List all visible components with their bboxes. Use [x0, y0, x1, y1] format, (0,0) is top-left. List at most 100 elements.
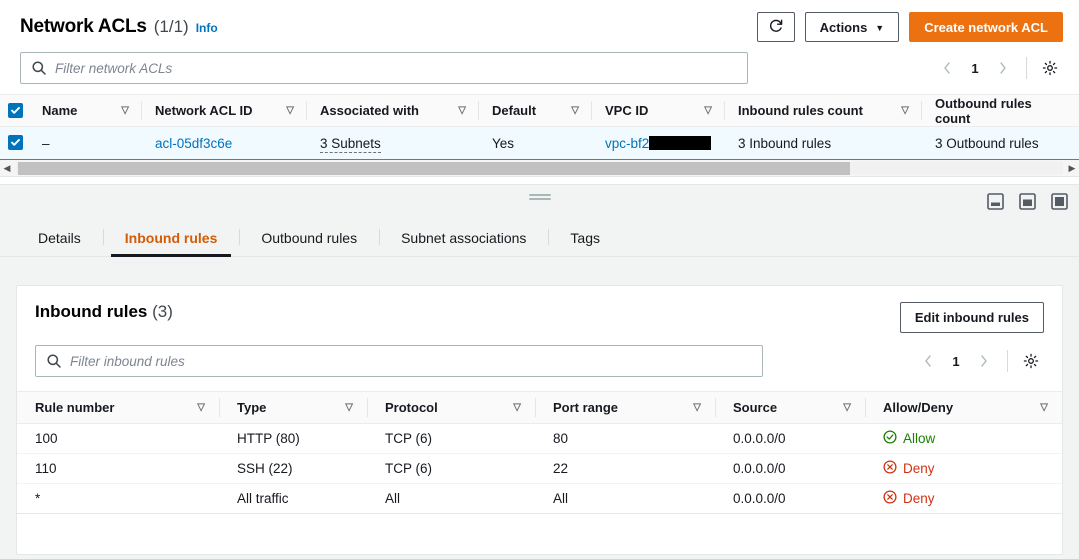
pagination-page-number[interactable]: 1 — [962, 61, 988, 76]
filter-inbound-rules-box[interactable] — [35, 345, 763, 377]
filter-inbound-rules-input[interactable] — [70, 346, 762, 376]
scrollbar-thumb[interactable] — [18, 162, 850, 175]
column-header-network-acl-id[interactable]: Network ACL ID ▽ — [141, 94, 306, 127]
edit-inbound-rules-button[interactable]: Edit inbound rules — [899, 302, 1044, 333]
column-header-vpc-id[interactable]: VPC ID ▽ — [591, 94, 724, 127]
cell-allow-deny: Deny — [865, 453, 1062, 484]
panel-size-large-icon[interactable] — [1047, 190, 1071, 212]
row-checkbox[interactable] — [8, 135, 23, 150]
pagination-next-button[interactable] — [990, 55, 1016, 81]
page-title: Network ACLs — [20, 16, 147, 37]
inbound-rules-title: Inbound rules — [35, 302, 148, 321]
column-header-port-range[interactable]: Port range ▽ — [535, 391, 715, 424]
column-label: Protocol — [385, 400, 438, 415]
network-acl-id-link[interactable]: acl-05df3c6e — [155, 136, 232, 151]
column-label: Default — [492, 103, 537, 118]
page-header-actions: Actions ▼ Create network ACL — [756, 12, 1063, 42]
table-row[interactable]: 110 SSH (22) TCP (6) 22 0.0.0.0/0 Deny — [17, 453, 1062, 484]
tab-outbound-rules[interactable]: Outbound rules — [239, 229, 379, 256]
inbound-rules-count: (3) — [152, 302, 173, 321]
table-header-row: Rule number ▽ Type ▽ Protocol ▽ Port range ▽… — [17, 391, 1062, 424]
column-header-rule-number[interactable]: Rule number ▽ — [17, 391, 219, 424]
filter-network-acls-box[interactable] — [20, 52, 748, 84]
inbound-pagination-page-number[interactable]: 1 — [943, 354, 969, 369]
inbound-rules-table-body: 100 HTTP (80) TCP (6) 80 0.0.0.0/0 Allow — [17, 423, 1062, 514]
panel-size-small-icon[interactable] — [983, 190, 1007, 212]
column-header-type[interactable]: Type ▽ — [219, 391, 367, 424]
inbound-rules-card: Inbound rules (3) Edit inbound rules Fil… — [16, 285, 1063, 555]
sort-icon: ▽ — [197, 401, 205, 413]
column-header-protocol[interactable]: Protocol ▽ — [367, 391, 535, 424]
vpc-id-link[interactable]: vpc-bf2 — [605, 136, 649, 151]
tab-inbound-rules[interactable]: Inbound rules — [102, 229, 240, 257]
sort-icon: ▽ — [1040, 401, 1048, 413]
scroll-right-arrow-icon[interactable]: ▶ — [1065, 163, 1079, 173]
panel-size-medium-icon[interactable] — [1015, 190, 1039, 212]
filter-network-acls-input[interactable] — [55, 53, 747, 83]
network-acl-table-head: Name ▽ Network ACL ID ▽ Associated with ▽ D… — [0, 94, 1079, 127]
cell-type: HTTP (80) — [219, 423, 367, 454]
cell-associated-with: 3 Subnets — [306, 126, 478, 160]
cell-default: Yes — [478, 126, 591, 160]
inbound-rules-filter-row: 1 — [17, 333, 1062, 391]
associated-subnets-popover-trigger[interactable]: 3 Subnets — [320, 135, 381, 153]
inbound-rules-preferences-button[interactable] — [1018, 348, 1044, 374]
sort-icon: ▽ — [513, 401, 521, 413]
page-header-left: Network ACLs (1/1) Info — [20, 16, 218, 38]
sort-icon: ▽ — [121, 104, 129, 116]
column-header-name[interactable]: Name ▽ — [28, 94, 141, 127]
column-label: Network ACL ID — [155, 103, 253, 118]
sort-icon: ▽ — [843, 401, 851, 413]
cell-allow-deny: Allow — [865, 423, 1062, 454]
inbound-pagination-next-button[interactable] — [971, 348, 997, 374]
sort-icon: ▽ — [345, 401, 353, 413]
select-all-header — [0, 94, 28, 127]
list-filter-row: 1 — [0, 48, 1079, 94]
list-preferences-button[interactable] — [1037, 55, 1063, 81]
tab-subnet-associations[interactable]: Subnet associations — [379, 229, 548, 256]
column-header-inbound-rules-count[interactable]: Inbound rules count ▽ — [724, 94, 921, 127]
split-panel: Details Inbound rules Outbound rules Sub… — [0, 184, 1079, 559]
cell-type: All traffic — [219, 483, 367, 514]
actions-button[interactable]: Actions ▼ — [804, 12, 900, 42]
split-panel-drag-handle[interactable] — [528, 194, 551, 200]
cell-port-range: 80 — [535, 423, 715, 454]
column-label: Source — [733, 400, 778, 415]
pagination-divider — [1026, 57, 1027, 79]
split-panel-size-controls — [983, 190, 1071, 212]
inbound-rules-title-group: Inbound rules (3) — [35, 302, 173, 322]
create-network-acl-button[interactable]: Create network ACL — [909, 12, 1063, 42]
refresh-button[interactable] — [756, 12, 795, 42]
column-header-allow-deny[interactable]: Allow/Deny ▽ — [865, 391, 1062, 424]
column-label: Rule number — [35, 400, 115, 415]
table-row[interactable]: 100 HTTP (80) TCP (6) 80 0.0.0.0/0 Allow — [17, 423, 1062, 454]
tab-details[interactable]: Details — [20, 231, 103, 256]
column-header-default[interactable]: Default ▽ — [478, 94, 591, 127]
column-header-source[interactable]: Source ▽ — [715, 391, 865, 424]
info-link[interactable]: Info — [196, 21, 218, 35]
sort-icon: ▽ — [704, 104, 712, 116]
column-header-associated-with[interactable]: Associated with ▽ — [306, 94, 478, 127]
column-label: Inbound rules count — [738, 103, 863, 118]
inbound-pagination-prev-button[interactable] — [915, 348, 941, 374]
cell-port-range: 22 — [535, 453, 715, 484]
row-select-cell — [0, 126, 28, 160]
cell-source: 0.0.0.0/0 — [715, 453, 865, 484]
verdict-label: Allow — [903, 431, 936, 446]
table-horizontal-scrollbar[interactable]: ◀ ▶ — [0, 160, 1079, 177]
split-panel-header — [0, 185, 1079, 213]
cell-allow-deny: Deny — [865, 483, 1062, 514]
network-acl-table-body: – acl-05df3c6e 3 Subnets Yes vpc-bf2 3 I… — [0, 126, 1079, 160]
column-header-outbound-rules-count[interactable]: Outbound rules count — [921, 94, 1079, 127]
actions-label: Actions — [819, 19, 868, 35]
split-panel-tabs: Details Inbound rules Outbound rules Sub… — [0, 213, 1079, 257]
tab-tags[interactable]: Tags — [548, 229, 622, 256]
cell-rule-number: 100 — [17, 423, 219, 454]
pagination-prev-button[interactable] — [934, 55, 960, 81]
select-all-checkbox[interactable] — [8, 102, 23, 118]
column-label: Name — [42, 103, 78, 118]
drag-handle-line — [528, 198, 551, 200]
scroll-left-arrow-icon[interactable]: ◀ — [0, 163, 14, 173]
table-row[interactable]: – acl-05df3c6e 3 Subnets Yes vpc-bf2 3 I… — [0, 126, 1079, 160]
table-row[interactable]: * All traffic All All 0.0.0.0/0 Deny — [17, 483, 1062, 514]
